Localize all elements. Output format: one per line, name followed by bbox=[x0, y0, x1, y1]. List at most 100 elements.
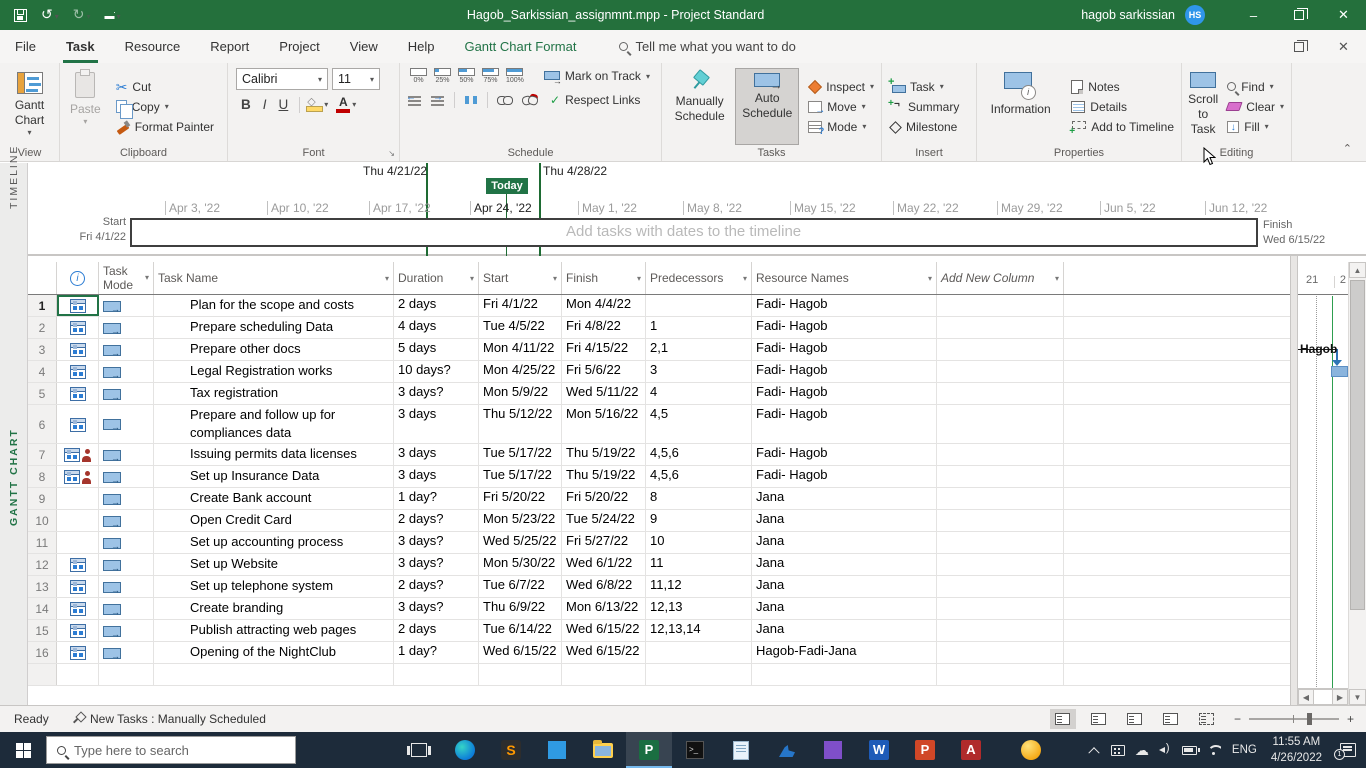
mode-button[interactable]: Mode▾ bbox=[805, 119, 877, 135]
restore-document-button[interactable] bbox=[1276, 30, 1321, 63]
resource-names-cell[interactable]: Jana bbox=[752, 554, 937, 575]
predecessors-cell[interactable]: 4,5 bbox=[646, 405, 752, 443]
information-button[interactable]: Information bbox=[981, 68, 1060, 145]
notepad-taskbar-button[interactable] bbox=[718, 732, 764, 768]
duration-cell[interactable]: 3 days? bbox=[394, 532, 479, 553]
insert-summary-button[interactable]: Summary bbox=[886, 99, 962, 115]
zoom-out-button[interactable]: − bbox=[1234, 712, 1241, 726]
task-name-cell[interactable]: Issuing permits data licenses bbox=[154, 444, 394, 465]
predecessors-cell[interactable]: 2,1 bbox=[646, 339, 752, 360]
auto-schedule-button[interactable]: Auto Schedule bbox=[735, 68, 799, 145]
predecessors-cell[interactable]: 3 bbox=[646, 361, 752, 382]
duration-cell[interactable]: 1 day? bbox=[394, 642, 479, 663]
tell-me-search[interactable]: Tell me what you want to do bbox=[619, 39, 795, 54]
notes-button[interactable]: Notes bbox=[1068, 79, 1177, 95]
finish-cell[interactable] bbox=[562, 664, 646, 685]
task-name-cell[interactable]: Publish attracting web pages bbox=[154, 620, 394, 641]
scroll-left-icon[interactable]: ◀ bbox=[1298, 689, 1314, 705]
task-name-cell[interactable]: Set up Insurance Data bbox=[154, 466, 394, 487]
finish-cell[interactable]: Mon 4/4/22 bbox=[562, 295, 646, 316]
finish-cell[interactable]: Wed 6/8/22 bbox=[562, 576, 646, 597]
cut-button[interactable]: ✂Cut bbox=[113, 79, 217, 95]
clock[interactable]: 11:55 AM4/26/2022 bbox=[1263, 734, 1330, 766]
filter-arrow-icon[interactable]: ▾ bbox=[470, 274, 474, 283]
start-cell[interactable]: Tue 5/17/22 bbox=[479, 444, 562, 465]
predecessors-cell[interactable] bbox=[646, 642, 752, 663]
start-cell[interactable]: Mon 4/25/22 bbox=[479, 361, 562, 382]
duration-cell[interactable]: 3 days? bbox=[394, 554, 479, 575]
task-mode-cell[interactable] bbox=[99, 444, 154, 465]
gantt-horizontal-scrollbar[interactable]: ◀ ▶ bbox=[1298, 689, 1348, 705]
task-mode-cell[interactable] bbox=[99, 510, 154, 531]
unlink-tasks-icon[interactable] bbox=[522, 95, 538, 105]
finish-cell[interactable]: Wed 6/1/22 bbox=[562, 554, 646, 575]
copy-button[interactable]: Copy▾ bbox=[113, 99, 217, 115]
start-cell[interactable]: Mon 5/9/22 bbox=[479, 383, 562, 404]
task-name-cell[interactable]: Create Bank account bbox=[154, 488, 394, 509]
task-mode-cell[interactable] bbox=[99, 642, 154, 663]
start-cell[interactable] bbox=[479, 664, 562, 685]
duration-cell[interactable]: 10 days? bbox=[394, 361, 479, 382]
task-mode-cell[interactable] bbox=[99, 532, 154, 553]
gantt-chart-view-button[interactable]: Gantt Chart▾ bbox=[4, 68, 55, 145]
scroll-up-icon[interactable]: ▲ bbox=[1349, 262, 1366, 278]
predecessors-cell[interactable]: 12,13,14 bbox=[646, 620, 752, 641]
start-cell[interactable]: Thu 6/9/22 bbox=[479, 598, 562, 619]
info-cell[interactable] bbox=[57, 510, 99, 531]
zoom-slider[interactable] bbox=[1249, 718, 1339, 720]
task-mode-cell[interactable] bbox=[99, 295, 154, 316]
paste-button[interactable]: Paste▾ bbox=[64, 68, 107, 145]
cmd-taskbar-button[interactable]: >_ bbox=[672, 732, 718, 768]
wifi-button[interactable] bbox=[1202, 732, 1226, 768]
duration-cell[interactable]: 3 days bbox=[394, 466, 479, 487]
finish-cell[interactable]: Fri 4/8/22 bbox=[562, 317, 646, 338]
task-view-button[interactable] bbox=[396, 732, 442, 768]
duration-cell[interactable]: 5 days bbox=[394, 339, 479, 360]
resource-names-cell[interactable]: Jana bbox=[752, 510, 937, 531]
manually-schedule-button[interactable]: Manually Schedule bbox=[666, 68, 733, 145]
task-name-cell[interactable] bbox=[154, 664, 394, 685]
find-button[interactable]: Find▾ bbox=[1224, 79, 1287, 95]
info-cell[interactable] bbox=[57, 361, 99, 382]
task-mode-cell[interactable] bbox=[99, 405, 154, 443]
task-mode-cell[interactable] bbox=[99, 576, 154, 597]
add-new-column-cell[interactable] bbox=[937, 317, 1064, 338]
undo-button[interactable]: ↺▾ bbox=[41, 6, 59, 24]
gantt-chart-view-button[interactable] bbox=[1050, 709, 1076, 729]
add-new-column-cell[interactable] bbox=[937, 642, 1064, 663]
add-new-column-cell[interactable] bbox=[937, 444, 1064, 465]
resource-names-cell[interactable]: Fadi- Hagob bbox=[752, 295, 937, 316]
add-new-column-cell[interactable] bbox=[937, 554, 1064, 575]
scroll-to-task-button[interactable]: Scroll to Task bbox=[1186, 68, 1220, 145]
filter-arrow-icon[interactable]: ▾ bbox=[145, 273, 149, 283]
visual-studio-taskbar-button[interactable] bbox=[810, 732, 856, 768]
resource-names-cell[interactable]: Fadi- Hagob bbox=[752, 339, 937, 360]
percent-50-button[interactable]: 50% bbox=[456, 68, 477, 84]
header-start[interactable]: Start▾ bbox=[479, 262, 562, 294]
add-new-column-cell[interactable] bbox=[937, 361, 1064, 382]
start-button[interactable] bbox=[0, 732, 46, 768]
finish-cell[interactable]: Fri 5/20/22 bbox=[562, 488, 646, 509]
duration-cell[interactable]: 3 days? bbox=[394, 598, 479, 619]
tab-file[interactable]: File bbox=[0, 30, 51, 63]
tab-view[interactable]: View bbox=[335, 30, 393, 63]
duration-cell[interactable]: 2 days? bbox=[394, 576, 479, 597]
filter-arrow-icon[interactable]: ▾ bbox=[743, 274, 747, 283]
action-center-button[interactable]: 1 bbox=[1340, 743, 1356, 757]
resource-names-cell[interactable]: Hagob-Fadi-Jana bbox=[752, 642, 937, 663]
task-mode-cell[interactable] bbox=[99, 488, 154, 509]
header-finish[interactable]: Finish▾ bbox=[562, 262, 646, 294]
finish-cell[interactable]: Mon 5/16/22 bbox=[562, 405, 646, 443]
info-cell[interactable] bbox=[57, 405, 99, 443]
finish-cell[interactable]: Wed 6/15/22 bbox=[562, 620, 646, 641]
respect-links-button[interactable]: ✓Respect Links bbox=[547, 92, 643, 108]
resource-names-cell[interactable]: Jana bbox=[752, 532, 937, 553]
start-cell[interactable]: Fri 4/1/22 bbox=[479, 295, 562, 316]
insert-milestone-button[interactable]: Milestone bbox=[886, 119, 962, 135]
details-button[interactable]: Details bbox=[1068, 99, 1177, 115]
add-new-column-cell[interactable] bbox=[937, 620, 1064, 641]
scroll-right-icon[interactable]: ▶ bbox=[1332, 689, 1348, 705]
clear-button[interactable]: Clear▾ bbox=[1224, 99, 1287, 115]
add-new-column-cell[interactable] bbox=[937, 295, 1064, 316]
account-user-name[interactable]: hagob sarkissian bbox=[1081, 8, 1175, 22]
